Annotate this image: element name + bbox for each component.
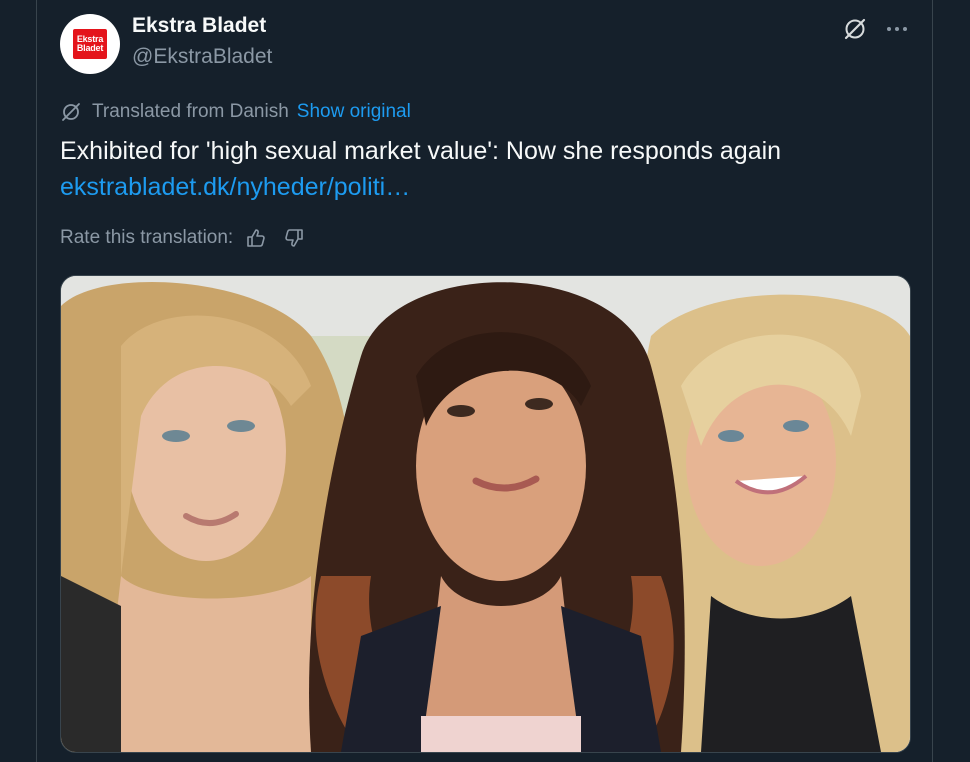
logo-line-2: Bladet (76, 43, 104, 53)
tweet-body: Exhibited for 'high sexual market value'… (60, 133, 920, 205)
thumbs-down-button[interactable] (281, 225, 307, 251)
three-women-photo (61, 276, 910, 752)
translate-icon (62, 103, 80, 121)
translation-notice: Translated from Danish Show original (60, 100, 411, 124)
account-handle[interactable]: @EkstraBladet (132, 45, 272, 69)
rate-translation: Rate this translation: (60, 224, 319, 252)
show-original-link[interactable]: Show original (297, 101, 411, 123)
timeline-border-left (36, 0, 37, 762)
tweet-link[interactable]: ekstrabladet.dk/nyheder/politi… (60, 169, 920, 205)
avatar[interactable]: Ekstra Bladet (60, 14, 120, 74)
thumbs-down-icon (285, 229, 304, 247)
grok-button[interactable] (840, 14, 870, 44)
more-options-button[interactable] (882, 14, 912, 44)
tweet-text: Exhibited for 'high sexual market value'… (60, 137, 782, 165)
translated-from-label: Translated from Danish (92, 101, 289, 122)
display-name[interactable]: Ekstra Bladet (132, 14, 266, 38)
thumbs-up-button[interactable] (243, 225, 269, 251)
rate-translation-label: Rate this translation: (60, 227, 234, 248)
tweet-media-image[interactable] (60, 275, 911, 753)
more-icon (887, 27, 907, 31)
thumbs-up-icon (247, 229, 265, 247)
timeline-border-right (932, 0, 933, 762)
grok-icon (844, 18, 866, 40)
ekstra-bladet-logo: Ekstra Bladet (73, 29, 107, 59)
